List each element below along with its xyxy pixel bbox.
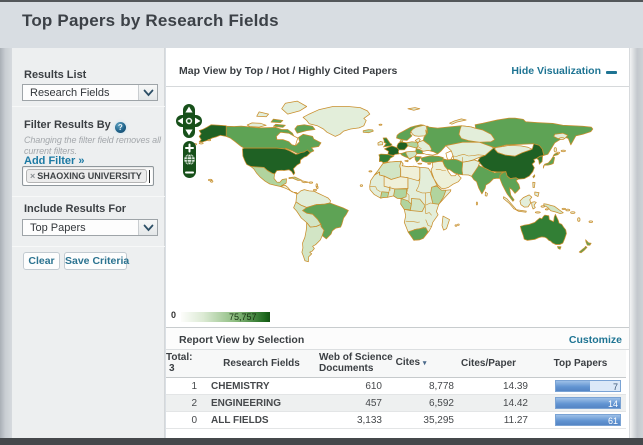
field-link[interactable]: ENGINEERING (204, 394, 319, 412)
col-cites-paper[interactable]: Cites/Paper (461, 350, 535, 378)
include-results-select[interactable]: Top Papers (22, 219, 158, 236)
left-gutter (0, 48, 12, 438)
top-papers-bar: 14 (555, 397, 621, 409)
include-results-value: Top Papers (30, 222, 86, 234)
col-wos-documents[interactable]: Web of Science Documents (319, 350, 393, 378)
save-criteria-button[interactable]: Save Criteria (64, 252, 129, 270)
cites-value: 8,778 (389, 377, 461, 395)
include-results-label: Include Results For (24, 203, 127, 215)
report-view-header: Report View by Selection Customize (166, 327, 629, 350)
results-list-value: Research Fields (30, 87, 110, 99)
wos-documents-value: 457 (319, 394, 389, 412)
top-papers-cell: 14 (535, 394, 626, 412)
report-table: Total: 3 Research Fields Web of Science Do… (166, 350, 626, 429)
total-header: Total: 3 (166, 350, 204, 378)
results-list-select[interactable]: Research Fields (22, 84, 158, 101)
filter-input[interactable]: × SHAOXING UNIVERSITY (22, 166, 154, 186)
top-papers-cell: 7 (535, 377, 626, 395)
top-papers-value: 61 (607, 416, 618, 426)
cites-per-paper-value: 11.27 (461, 411, 535, 429)
top-papers-value: 14 (607, 399, 618, 409)
page-title: Top Papers by Research Fields (22, 11, 279, 30)
world-map[interactable] (166, 88, 629, 327)
customize-link[interactable]: Customize (569, 334, 622, 346)
results-list-chevron[interactable] (138, 85, 157, 100)
sidebar-divider (12, 196, 165, 197)
help-icon[interactable]: ? (114, 122, 126, 133)
main-panel: Map View by Top / Hot / Highly Cited Pap… (166, 48, 629, 438)
top-papers-value: 7 (612, 382, 618, 392)
table-row: 2 ENGINEERING 457 6,592 14.42 14 (166, 394, 626, 412)
top-papers-bar: 7 (555, 380, 621, 392)
sort-desc-icon: ▾ (422, 360, 427, 367)
sidebar: Results List Research Fields Filter Resu… (12, 48, 165, 438)
collapse-icon[interactable] (606, 71, 617, 74)
map-zoom-control[interactable] (183, 141, 196, 178)
table-header-row: Total: 3 Research Fields Web of Science Do… (166, 350, 626, 378)
window-bottom-edge (0, 438, 643, 445)
top-papers-bar-fill (556, 381, 590, 391)
col-cites[interactable]: Cites ▾ (389, 350, 461, 378)
cites-value: 35,295 (389, 411, 461, 429)
report-view-title: Report View by Selection (179, 334, 305, 346)
top-papers-bar: 61 (555, 414, 621, 426)
results-list-label: Results List (24, 69, 87, 81)
chevron-down-icon (143, 89, 154, 97)
map-view-header: Map View by Top / Hot / Highly Cited Pap… (166, 48, 629, 87)
hide-visualization-link[interactable]: Hide Visualization (511, 65, 601, 77)
wos-documents-value: 3,133 (319, 411, 389, 429)
table-row: 1 CHEMISTRY 610 8,778 14.39 7 (166, 377, 626, 395)
cites-per-paper-value: 14.39 (461, 377, 535, 395)
cites-value: 6,592 (389, 394, 461, 412)
include-results-chevron[interactable] (138, 220, 157, 235)
filter-results-label: Filter Results By? (24, 119, 126, 133)
table-row: 0 ALL FIELDS 3,133 35,295 11.27 61 (166, 411, 626, 429)
row-rank: 0 (166, 411, 204, 429)
filter-tag[interactable]: × SHAOXING UNIVERSITY (26, 169, 147, 183)
map-view-title: Map View by Top / Hot / Highly Cited Pap… (179, 65, 398, 77)
map-pan-control[interactable] (176, 104, 202, 138)
map-visualization: 0 75,757 (166, 88, 629, 327)
cites-per-paper-value: 14.42 (461, 394, 535, 412)
chevron-down-icon (143, 224, 154, 232)
field-link[interactable]: CHEMISTRY (204, 377, 319, 395)
text-cursor (149, 170, 150, 183)
wos-documents-value: 610 (319, 377, 389, 395)
row-rank: 2 (166, 394, 204, 412)
sidebar-divider (12, 246, 165, 247)
col-top-papers[interactable]: Top Papers (535, 350, 626, 378)
top-papers-cell: 61 (535, 411, 626, 429)
sidebar-divider (12, 106, 165, 107)
legend-max-label: 75,757 (229, 312, 257, 322)
field-link[interactable]: ALL FIELDS (204, 411, 319, 429)
page-header: Top Papers by Research Fields (0, 2, 643, 48)
legend-min-label: 0 (171, 310, 177, 320)
filter-note: Changing the filter field removes all cur… (24, 135, 161, 156)
filter-tag-label: SHAOXING UNIVERSITY (37, 171, 142, 181)
row-rank: 1 (166, 377, 204, 395)
col-research-fields[interactable]: Research Fields (204, 350, 319, 378)
clear-button[interactable]: Clear (23, 252, 60, 270)
scrollbar-gutter[interactable] (629, 48, 643, 438)
legend-gradient-bar: 75,757 (181, 312, 270, 322)
remove-tag-icon[interactable]: × (30, 171, 35, 181)
